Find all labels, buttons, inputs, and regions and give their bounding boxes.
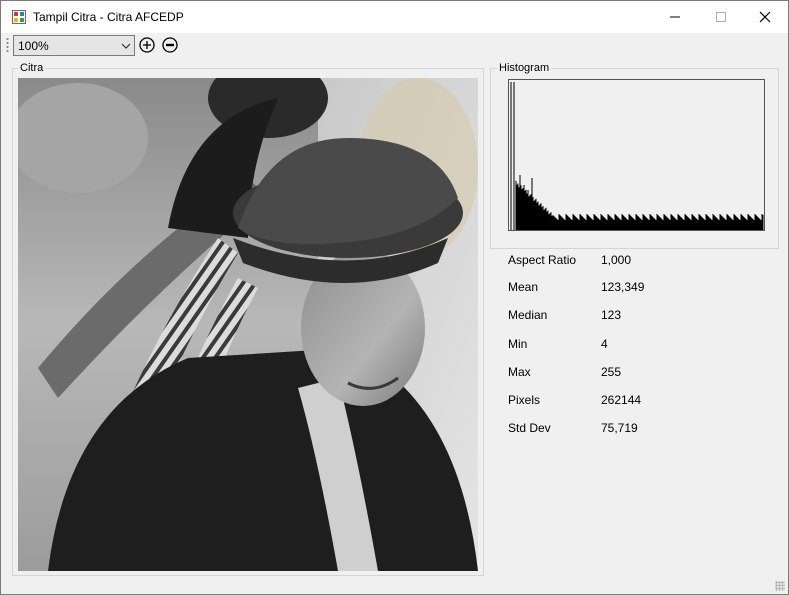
stat-row-aspect-ratio: Aspect Ratio 1,000 <box>508 253 768 269</box>
minimize-button[interactable] <box>652 1 698 33</box>
stat-value: 123 <box>601 308 622 322</box>
stat-label: Aspect Ratio <box>508 253 577 267</box>
stat-value: 255 <box>601 365 622 379</box>
stat-label: Max <box>508 365 531 379</box>
close-icon <box>759 11 771 23</box>
stat-row-mean: Mean 123,349 <box>508 280 768 296</box>
app-window: Tampil Citra - Citra AFCEDP 100% Citra H… <box>0 0 789 595</box>
stat-label: Pixels <box>508 393 541 407</box>
maximize-icon <box>716 12 726 22</box>
zoom-out-button[interactable] <box>161 36 179 54</box>
toolbar-grip[interactable] <box>6 37 9 54</box>
window-title: Tampil Citra - Citra AFCEDP <box>33 10 184 24</box>
stat-row-max: Max 255 <box>508 365 768 381</box>
app-icon <box>12 10 26 24</box>
photo-image <box>18 78 478 571</box>
zoom-dropdown[interactable]: 100% <box>13 35 135 56</box>
stat-row-min: Min 4 <box>508 337 768 353</box>
chevron-down-icon <box>121 43 131 49</box>
stat-value: 4 <box>601 337 608 351</box>
stat-row-median: Median 123 <box>508 308 768 324</box>
title-bar: Tampil Citra - Citra AFCEDP <box>1 1 788 33</box>
zoom-value: 100% <box>18 39 49 53</box>
minus-circle-icon <box>162 37 178 53</box>
stat-label: Min <box>508 337 528 351</box>
stat-value: 262144 <box>601 393 642 407</box>
image-group-label: Citra <box>18 62 46 74</box>
stat-value: 1,000 <box>601 253 632 267</box>
stat-value: 75,719 <box>601 421 638 435</box>
stat-row-std-dev: Std Dev 75,719 <box>508 421 768 437</box>
maximize-button[interactable] <box>698 1 744 33</box>
zoom-in-button[interactable] <box>138 36 156 54</box>
stat-label: Std Dev <box>508 421 551 435</box>
stat-label: Median <box>508 308 548 322</box>
stat-row-pixels: Pixels 262144 <box>508 393 768 409</box>
plus-circle-icon <box>139 37 155 53</box>
close-button[interactable] <box>742 1 788 33</box>
histogram-bars <box>510 82 764 230</box>
stat-value: 123,349 <box>601 280 645 294</box>
minimize-icon <box>670 16 680 18</box>
histogram-plot <box>508 79 765 231</box>
toolbar: 100% <box>1 33 788 59</box>
resize-grip[interactable] <box>775 581 785 591</box>
stat-label: Mean <box>508 280 539 294</box>
histogram-group-label: Histogram <box>497 62 552 74</box>
image-viewer[interactable] <box>18 78 478 571</box>
